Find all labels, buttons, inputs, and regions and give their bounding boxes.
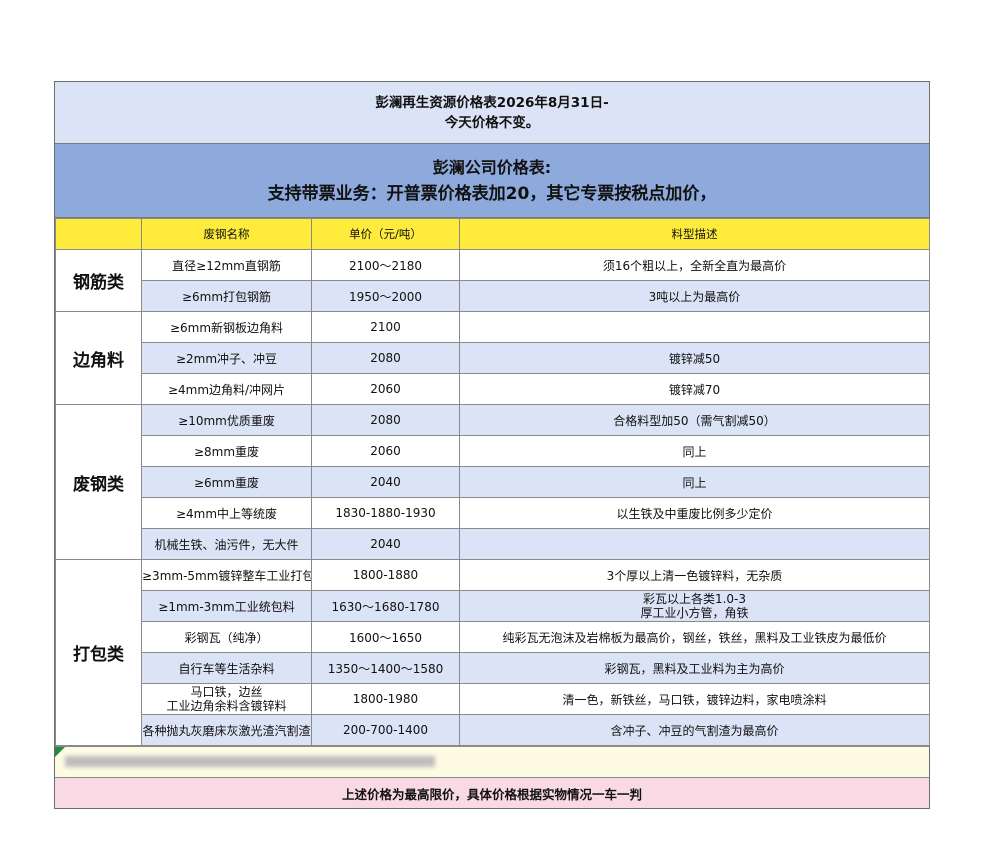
- footer-note: 上述价格为最高限价，具体价格根据实物情况一车一判: [55, 777, 929, 808]
- table-row: 马口铁，边丝 工业边角余料含镀锌料 1800-1980 清一色，新铁丝，马口铁，镀锌边…: [56, 683, 930, 715]
- table-row: 打包类 ≥3mm-5mm镀锌整车工业打包料 1800-1880 3个厚以上清一色镀锌料…: [55, 559, 930, 746]
- category-cell: 钢筋类: [55, 249, 142, 312]
- item-name-line-1: 马口铁，边丝: [190, 685, 263, 699]
- price-cell: 1630～1680-1780: [311, 590, 460, 622]
- company-line-1: 彭澜公司价格表:: [432, 157, 552, 177]
- description-cell: 含冲子、冲豆的气割渣为最高价: [459, 714, 930, 746]
- item-name-cell: 彩钢瓦（纯净）: [141, 621, 312, 653]
- price-cell: 2080: [311, 342, 460, 374]
- description-cell: 纯彩瓦无泡沫及岩棉板为最高价，钢丝，铁丝，黑料及工业铁皮为最低价: [459, 621, 930, 653]
- description-cell: 3吨以上为最高价: [459, 280, 930, 312]
- title-line-1: 彭澜再生资源价格表2026年8月31日-: [375, 94, 609, 111]
- table-row: 彩钢瓦（纯净） 1600～1650 纯彩瓦无泡沫及岩棉板为最高价，钢丝，铁丝，黑料及…: [56, 621, 930, 653]
- description-cell: 合格料型加50（需气割减50）: [459, 404, 930, 436]
- item-name-cell: ≥2mm冲子、冲豆: [141, 342, 312, 374]
- item-name-line-2: 工业边角余料含镀锌料: [166, 699, 287, 713]
- redacted-text: [65, 756, 435, 767]
- table-header-row: 废钢名称 单价（元/吨） 料型描述: [55, 218, 930, 250]
- price-cell: 1830-1880-1930: [311, 497, 460, 529]
- title-line-2: 今天价格不变。: [444, 114, 540, 131]
- item-name-cell: ≥4mm边角料/冲网片: [141, 373, 312, 405]
- table-row: 各种抛丸灰磨床灰激光渣汽割渣 200-700-1400 含冲子、冲豆的气割渣为最高价: [56, 714, 930, 746]
- price-cell: 1350～1400～1580: [311, 652, 460, 684]
- header-description: 料型描述: [459, 218, 930, 250]
- company-line-2: 支持带票业务：开普票价格表加20，其它专票按税点加价，: [267, 183, 717, 204]
- item-name-cell: ≥10mm优质重废: [141, 404, 312, 436]
- item-name-cell: 马口铁，边丝 工业边角余料含镀锌料: [141, 683, 312, 715]
- description-line-2: 厚工业小方管，角铁: [640, 606, 749, 620]
- item-name-cell: ≥1mm-3mm工业统包料: [141, 590, 312, 622]
- header-name: 废钢名称: [141, 218, 312, 250]
- price-cell: 2100: [311, 311, 460, 343]
- table-row: ≥1mm-3mm工业统包料 1630～1680-1780 彩瓦以上各类1.0-3 厚工…: [56, 590, 930, 622]
- item-name-cell: ≥6mm重废: [141, 466, 312, 498]
- redacted-row: [55, 746, 929, 777]
- table-row: 自行车等生活杂料 1350～1400～1580 彩钢瓦，黑料及工业料为主为高价: [56, 652, 930, 684]
- description-cell: 3个厚以上清一色镀锌料，无杂质: [459, 559, 930, 591]
- item-name-cell: ≥8mm重废: [141, 435, 312, 467]
- table-row: 边角料 ≥6mm新钢板边角料 2100: [55, 311, 930, 405]
- description-cell: 镀锌减50: [459, 342, 930, 374]
- description-cell: 须16个粗以上，全新全直为最高价: [459, 249, 930, 281]
- table-row: ≥6mm打包钢筋 1950～2000 3吨以上为最高价: [56, 280, 930, 312]
- item-name-cell: 直径≥12mm直钢筋: [141, 249, 312, 281]
- table-row: 机械生铁、油污件，无大件 2040: [56, 528, 930, 560]
- description-cell: 彩瓦以上各类1.0-3 厚工业小方管，角铁: [459, 590, 930, 622]
- price-table: 废钢名称 单价（元/吨） 料型描述 钢筋类 直径≥12mm直钢筋 2100～2180…: [55, 218, 930, 746]
- item-name-cell: 自行车等生活杂料: [141, 652, 312, 684]
- description-cell: 清一色，新铁丝，马口铁，镀锌边料，家电喷涂料: [459, 683, 930, 715]
- table-body: 钢筋类 直径≥12mm直钢筋 2100～2180 须16个粗以上，全新全直为最高价 ≥6…: [55, 249, 930, 746]
- description-cell: 镀锌减70: [459, 373, 930, 405]
- price-cell: 2080: [311, 404, 460, 436]
- table-row: 钢筋类 直径≥12mm直钢筋 2100～2180 须16个粗以上，全新全直为最高价: [55, 249, 930, 312]
- category-cell: 废钢类: [55, 404, 142, 560]
- category-cell: 边角料: [55, 311, 142, 405]
- item-name-cell: ≥6mm新钢板边角料: [141, 311, 312, 343]
- description-cell: [459, 311, 930, 343]
- item-name-cell: 机械生铁、油污件，无大件: [141, 528, 312, 560]
- header-category: [55, 218, 142, 250]
- category-cell: 打包类: [55, 559, 142, 746]
- description-cell: 同上: [459, 466, 930, 498]
- table-row: ≥4mm边角料/冲网片 2060 镀锌减70: [56, 373, 930, 405]
- item-name-cell: 各种抛丸灰磨床灰激光渣汽割渣: [141, 714, 312, 746]
- description-cell: 以生铁及中重废比例多少定价: [459, 497, 930, 529]
- company-banner: 彭澜公司价格表: 支持带票业务：开普票价格表加20，其它专票按税点加价，: [55, 144, 929, 218]
- description-cell: [459, 528, 930, 560]
- description-line-1: 彩瓦以上各类1.0-3: [642, 592, 747, 606]
- price-cell: 2060: [311, 435, 460, 467]
- sheet-title: 彭澜再生资源价格表2026年8月31日- 今天价格不变。: [55, 82, 929, 144]
- price-cell: 1800-1880: [311, 559, 460, 591]
- price-cell: 1950～2000: [311, 280, 460, 312]
- price-cell: 2040: [311, 528, 460, 560]
- table-row: ≥8mm重废 2060 同上: [56, 435, 930, 467]
- price-cell: 200-700-1400: [311, 714, 460, 746]
- price-cell: 1600～1650: [311, 621, 460, 653]
- item-name-cell: ≥4mm中上等统废: [141, 497, 312, 529]
- price-cell: 2060: [311, 373, 460, 405]
- price-cell: 2040: [311, 466, 460, 498]
- item-name-cell: ≥6mm打包钢筋: [141, 280, 312, 312]
- table-row: ≥2mm冲子、冲豆 2080 镀锌减50: [56, 342, 930, 374]
- description-cell: 同上: [459, 435, 930, 467]
- corner-marker: [55, 747, 65, 757]
- table-row: 废钢类 ≥10mm优质重废 2080 合格料型加50（需气割减50）: [55, 404, 930, 560]
- header-price: 单价（元/吨）: [311, 218, 460, 250]
- item-name-cell: ≥3mm-5mm镀锌整车工业打包料: [141, 559, 312, 591]
- price-cell: 1800-1980: [311, 683, 460, 715]
- description-cell: 彩钢瓦，黑料及工业料为主为高价: [459, 652, 930, 684]
- table-row: ≥4mm中上等统废 1830-1880-1930 以生铁及中重废比例多少定价: [56, 497, 930, 529]
- price-sheet: 彭澜再生资源价格表2026年8月31日- 今天价格不变。 彭澜公司价格表: 支持…: [54, 81, 930, 809]
- price-cell: 2100～2180: [311, 249, 460, 281]
- table-row: ≥6mm重废 2040 同上: [56, 466, 930, 498]
